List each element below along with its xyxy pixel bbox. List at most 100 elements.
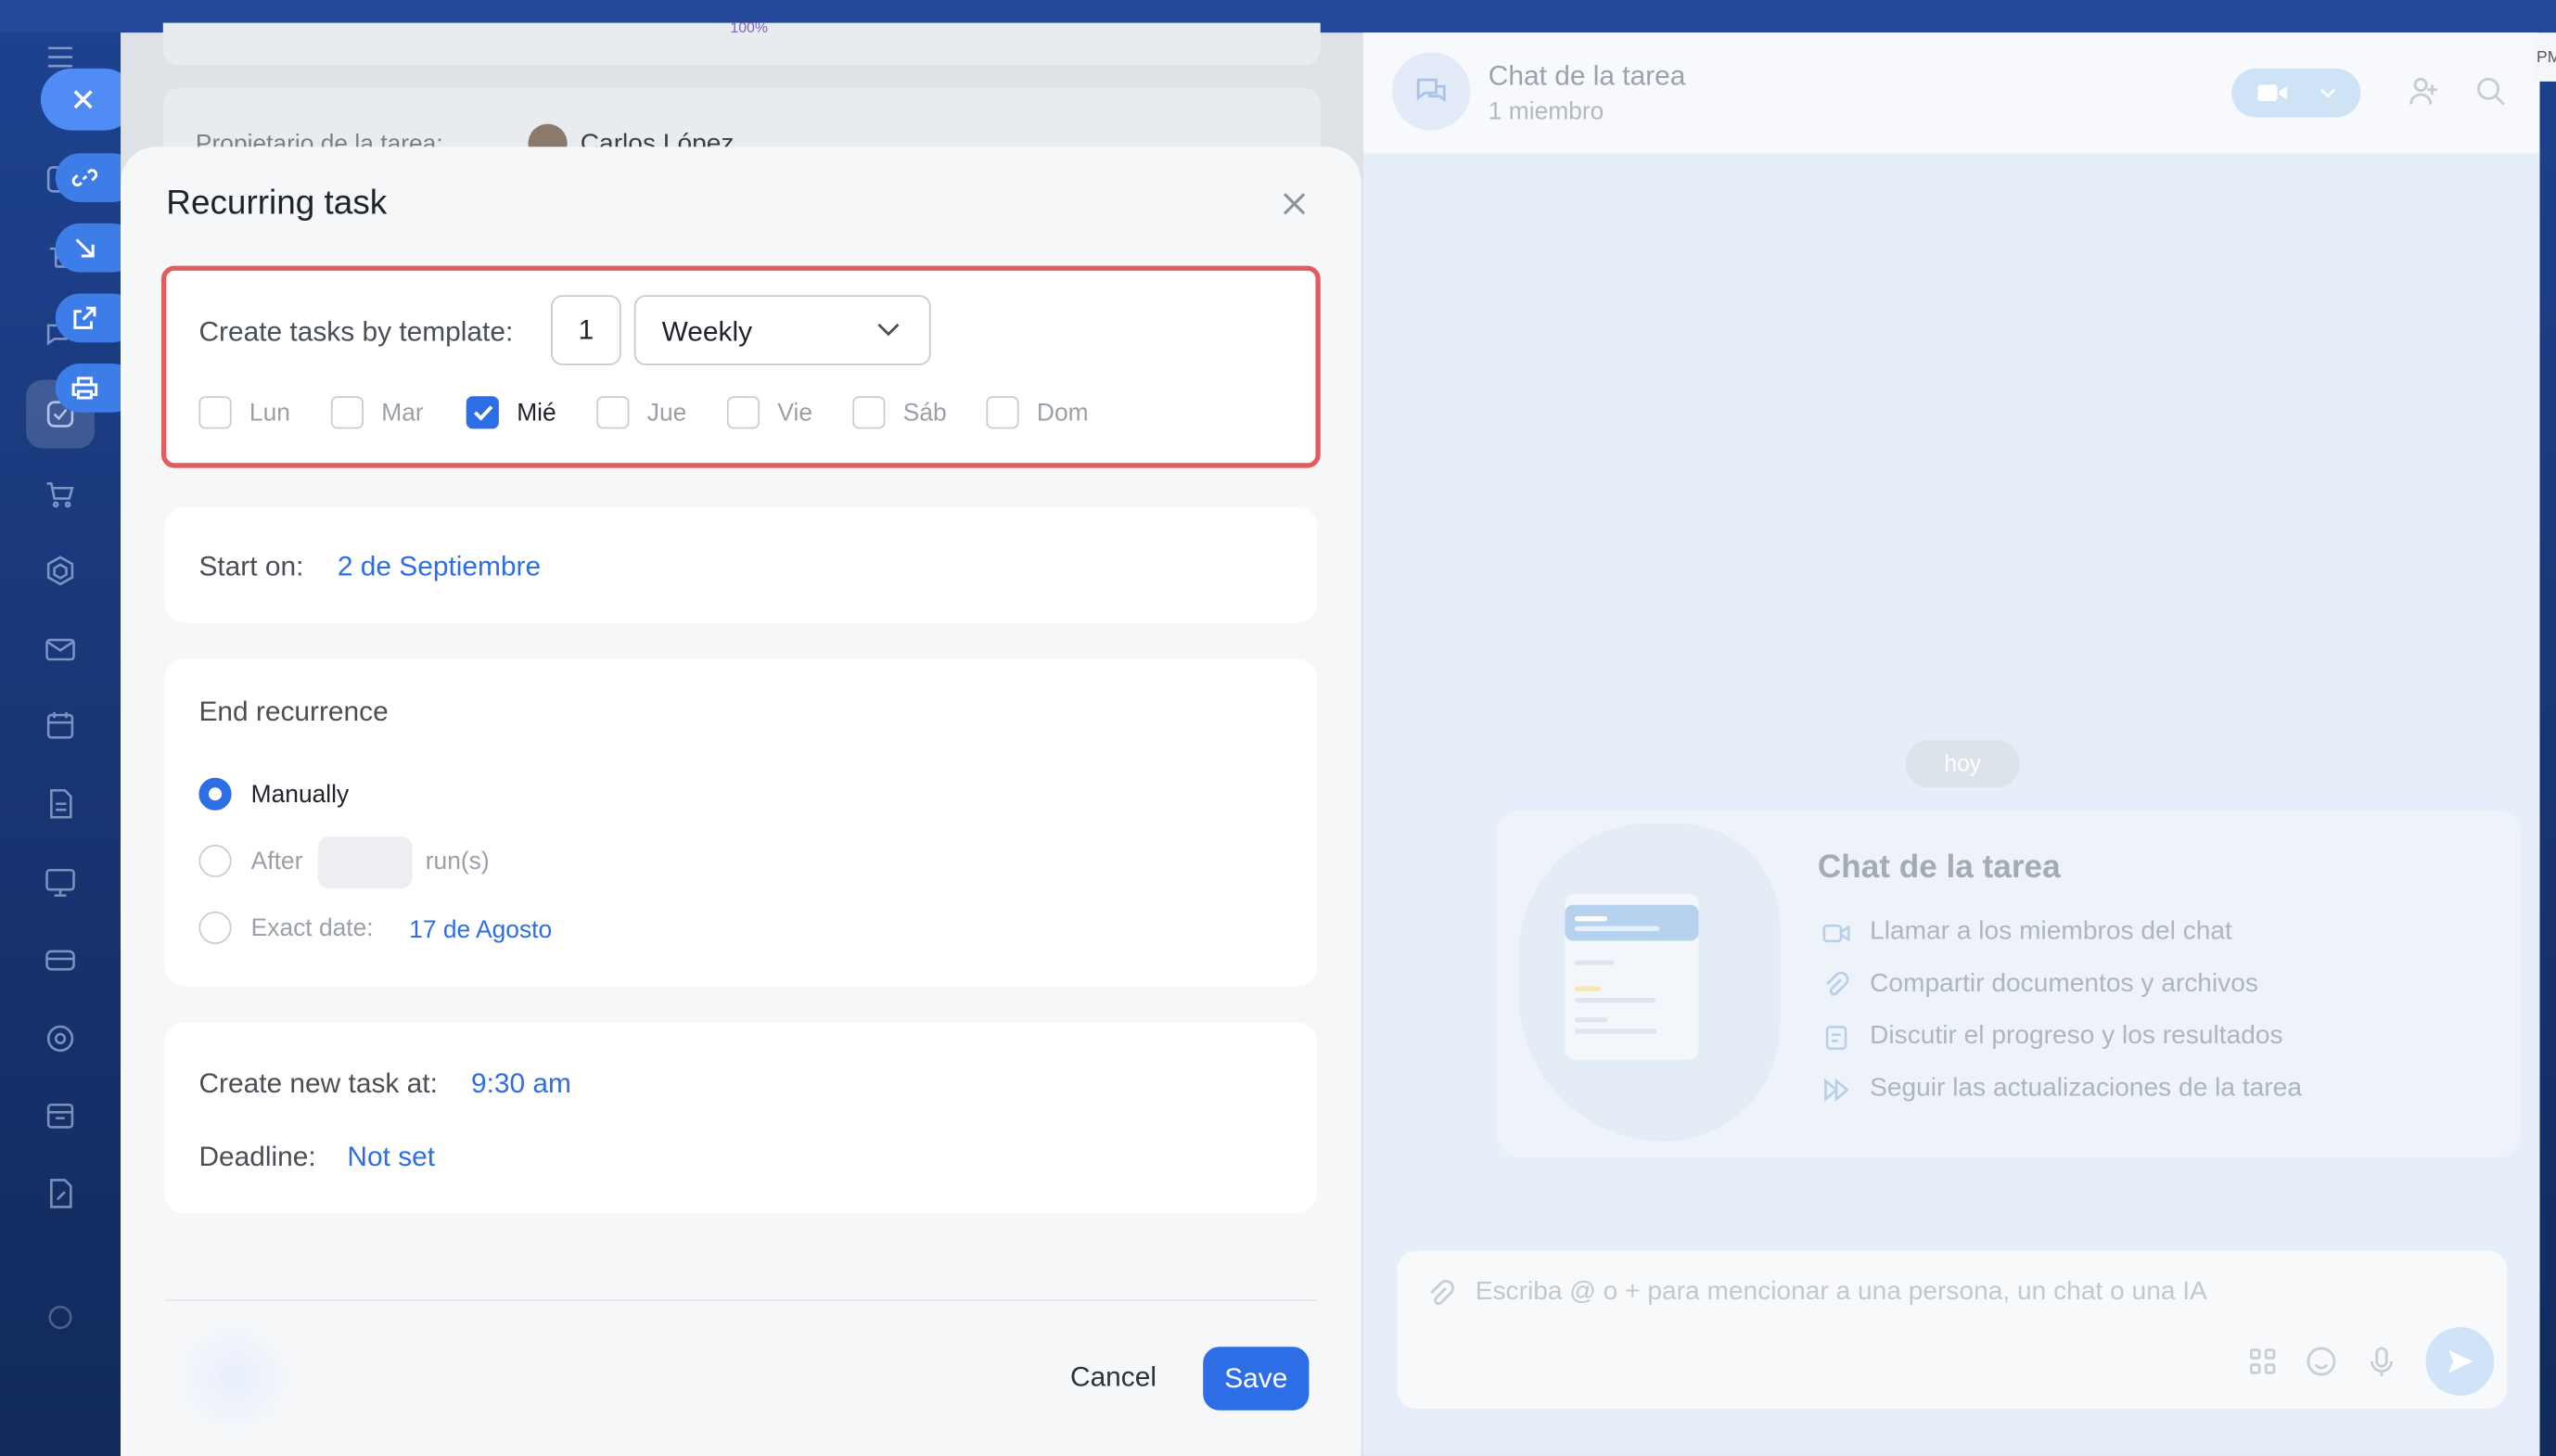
video-call-button[interactable] [2231,68,2361,118]
external-link-icon [73,306,96,329]
link-icon [71,169,98,187]
welcome-title: Chat de la tarea [1817,849,2061,886]
chat-bubbles-icon [1416,78,1446,102]
chat-avatar [1392,52,1471,131]
apps-icon[interactable] [2246,1345,2279,1377]
create-at-label: Create new task at: [198,1067,438,1099]
modal-title: Recurring task [166,184,388,223]
radio-label: Exact date: [250,913,374,942]
hexagon-icon[interactable] [39,549,82,592]
cancel-button[interactable]: Cancel [1056,1351,1170,1403]
search-icon[interactable] [2474,75,2507,108]
chevron-down-icon [877,323,900,337]
day-label: Lun [249,398,290,427]
footer-divider [164,1299,1318,1301]
start-label: Start on: [198,551,304,582]
chevron-down-icon [2320,88,2335,98]
welcome-item-label: Discutir el progreso y los resultados [1870,1022,2283,1051]
close-icon [73,90,93,109]
checkmark-icon [473,405,492,421]
day-checkbox-dom[interactable]: Dom [986,396,1089,429]
edit-document-icon[interactable] [39,1172,82,1215]
note-icon [1825,1025,1847,1050]
send-button[interactable] [2425,1327,2495,1396]
send-icon [2448,1349,2473,1373]
illustration-line [1574,960,1615,965]
start-date-link[interactable]: 2 de Septiembre [338,551,541,583]
fast-forward-icon [1824,1077,1849,1102]
radio-exact-date[interactable]: Exact date: [198,911,374,944]
day-checkbox-mie[interactable]: Mié [466,396,556,429]
chat-members[interactable]: 1 miembro [1489,97,1604,125]
modal-close-icon[interactable] [1278,187,1310,220]
exact-date-link[interactable]: 17 de Agosto [409,916,552,944]
checkbox[interactable] [198,396,232,429]
day-checkbox-lun[interactable]: Lun [198,396,290,429]
checkbox[interactable] [852,396,886,429]
edge-tab[interactable]: PM [2531,32,2556,82]
message-composer[interactable] [1397,1250,2508,1409]
illustration-line [1574,1028,1656,1034]
emoji-icon[interactable] [2305,1345,2337,1377]
radio-label: After [250,847,303,875]
checkbox[interactable] [596,396,630,429]
illustration-line [1574,926,1660,931]
radio-button[interactable] [198,844,232,877]
welcome-item-discuss: Discutir el progreso y los resultados [1822,1022,2283,1052]
chat-title: Chat de la tarea [1488,60,1686,92]
interval-input[interactable]: 1 [551,295,621,365]
illustration-card-header [1565,904,1699,941]
radio-label: Manually [250,780,350,809]
help-widget[interactable] [169,1328,300,1427]
runs-count-input[interactable] [317,836,413,889]
add-member-icon[interactable] [2408,75,2440,108]
radio-manually[interactable]: Manually [198,777,350,811]
presentation-icon[interactable] [39,861,82,903]
calendar-icon[interactable] [39,704,82,747]
card-icon[interactable] [39,939,82,982]
create-at-time-link[interactable]: 9:30 am [471,1068,571,1101]
mail-icon[interactable] [39,628,82,671]
welcome-item-share: Compartir documentos y archivos [1822,970,2258,1000]
welcome-item-label: Llamar a los miembros del chat [1870,917,2232,946]
radio-after[interactable]: After [198,844,303,877]
day-checkbox-vie[interactable]: Vie [726,396,813,429]
day-label: Mié [517,398,556,427]
day-checkbox-jue[interactable]: Jue [596,396,687,429]
attach-icon[interactable] [1425,1278,1457,1319]
day-label: Jue [646,398,687,427]
message-input-placeholder[interactable]: Escriba @ o + para mencionar a una perso… [1476,1278,2207,1308]
cart-icon[interactable] [39,473,82,516]
day-label: Mar [381,398,424,427]
welcome-item-follow: Seguir las actualizaciones de la tarea [1822,1075,2302,1105]
video-icon [1822,924,1850,942]
microphone-icon[interactable] [2365,1345,2397,1377]
checkbox[interactable] [726,396,760,429]
radio-button[interactable] [198,777,232,811]
day-checkbox-sab[interactable]: Sáb [852,396,947,429]
video-camera-icon [2257,84,2288,102]
template-label: Create tasks by template: [198,316,514,348]
radio-button[interactable] [198,911,232,944]
document-icon[interactable] [39,783,82,825]
illustration-line [1574,1017,1608,1023]
save-button[interactable]: Save [1203,1347,1310,1411]
day-label: Sáb [902,398,947,427]
day-label: Vie [777,398,813,427]
welcome-item-label: Seguir las actualizaciones de la tarea [1870,1074,2302,1103]
day-checkbox-mar[interactable]: Mar [330,396,424,429]
schedule-icon[interactable] [39,1094,82,1137]
schedule-section [164,1022,1318,1214]
frequency-select[interactable]: Weekly [633,295,931,365]
illustration-line [1574,997,1656,1003]
checkbox[interactable] [330,396,364,429]
deadline-link[interactable]: Not set [347,1142,435,1174]
target-icon[interactable] [39,1017,82,1060]
illustration-line [1574,916,1608,922]
arrow-down-right-icon [75,238,95,258]
progress-percent: 100% [730,19,768,36]
checkbox-checked[interactable] [466,396,499,429]
checkbox[interactable] [986,396,1019,429]
settings-icon[interactable] [39,1296,82,1339]
app-root: 100% Propietario de la tarea: Carlos Lóp… [0,0,2556,1456]
